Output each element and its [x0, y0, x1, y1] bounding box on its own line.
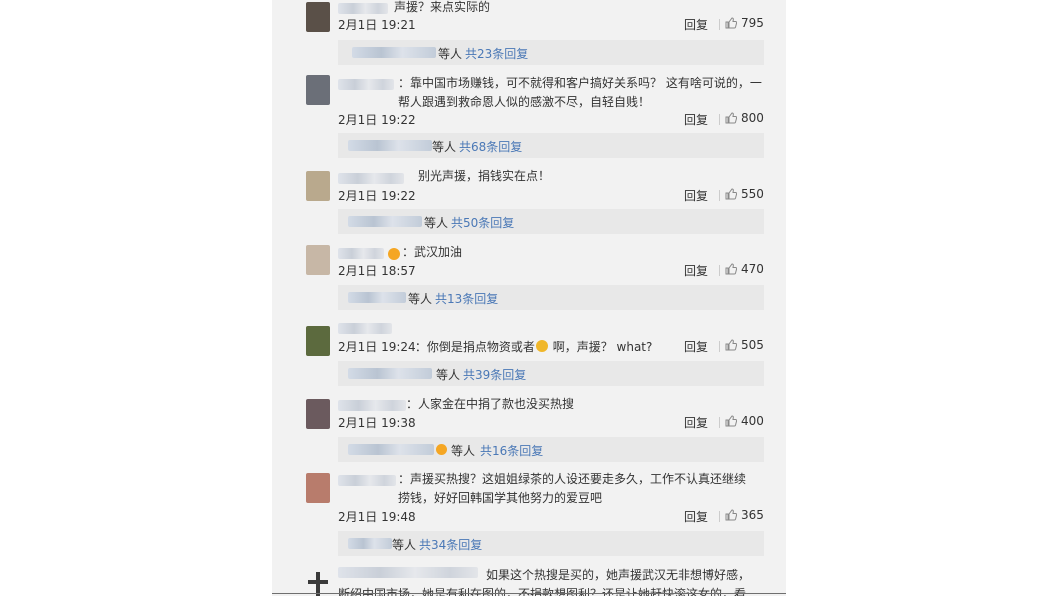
divider	[719, 341, 720, 352]
reply-users-blurred	[348, 216, 422, 227]
username-blurred[interactable]	[338, 323, 392, 334]
like-count: 550	[741, 187, 764, 201]
reply-users-suffix: 等人	[438, 47, 463, 61]
reply-button[interactable]: 回复	[684, 414, 708, 431]
like-count: 505	[741, 338, 764, 352]
reply-users-blurred	[348, 140, 432, 151]
like-button[interactable]: 550	[725, 187, 764, 201]
avatar[interactable]	[306, 473, 330, 503]
reply-users-blurred	[348, 538, 392, 549]
reply-count-link[interactable]: 共23条回复	[465, 45, 528, 62]
username-blurred[interactable]	[338, 3, 388, 14]
reply-users-suffix: 等人	[451, 444, 476, 458]
comment-date: 2月1日 19:21	[338, 18, 416, 32]
divider	[719, 190, 720, 201]
money-bag-icon	[535, 340, 548, 352]
like-count: 400	[741, 414, 764, 428]
comment-date: 2月1日 19:24	[338, 340, 416, 354]
replies-summary[interactable]: 等人 共68条回复	[338, 133, 764, 158]
divider	[719, 19, 720, 30]
reply-users-suffix: 等人	[392, 538, 417, 552]
username-blurred[interactable]	[338, 400, 406, 411]
thumbs-up-icon	[725, 188, 737, 200]
reply-count-link[interactable]: 共34条回复	[419, 536, 482, 553]
comment-date: 2月1日 19:48	[338, 510, 416, 524]
reply-users-blurred	[348, 444, 434, 455]
thumbs-up-icon	[725, 339, 737, 351]
reply-users-blurred	[352, 47, 436, 58]
replies-summary[interactable]: 等人 共34条回复	[338, 531, 764, 556]
reply-button[interactable]: 回复	[684, 338, 708, 355]
reply-count-link[interactable]: 共16条回复	[480, 442, 543, 459]
username-blurred[interactable]	[338, 79, 394, 90]
reply-users-suffix: 等人	[408, 292, 433, 306]
reply-users-blurred	[348, 368, 432, 379]
badge-icon	[388, 248, 400, 260]
comment-text: ：靠中国市场赚钱，可不就得和客户搞好关系吗？ 这有啥可说的，一 帮人跟遇到救命恩…	[398, 76, 762, 109]
comment-list: 声援？来点实际的 2月1日 19:21 回复 795 等人 共23条回复 ：靠中…	[272, 0, 786, 596]
username-blurred[interactable]	[338, 173, 404, 184]
avatar[interactable]	[306, 245, 330, 275]
thumbs-up-icon	[725, 112, 737, 124]
divider	[719, 417, 720, 428]
divider	[719, 265, 720, 276]
comment-text: ：武汉加油	[402, 245, 463, 259]
username-blurred[interactable]	[338, 475, 396, 486]
comment-text: 如果这个热搜是买的，她声援武汉无非想博好感， 断绍中国市场，她是有利在图的，不捐…	[338, 568, 751, 596]
comment-date: 2月1日 19:38	[338, 416, 416, 430]
like-button[interactable]: 800	[725, 111, 764, 125]
reply-button[interactable]: 回复	[684, 111, 708, 128]
avatar[interactable]	[306, 326, 330, 356]
like-button[interactable]: 505	[725, 338, 764, 352]
like-count: 470	[741, 262, 764, 276]
avatar[interactable]	[306, 75, 330, 105]
replies-summary[interactable]: 等人 共39条回复	[338, 361, 764, 386]
divider	[272, 593, 786, 594]
replies-summary[interactable]: 等人 共13条回复	[338, 285, 764, 310]
thumbs-up-icon	[725, 509, 737, 521]
like-count: 365	[741, 508, 764, 522]
reply-button[interactable]: 回复	[684, 16, 708, 33]
avatar[interactable]	[306, 171, 330, 201]
comment-text-part: ：你倒是捐点物资或者	[414, 340, 535, 354]
reply-button[interactable]: 回复	[684, 508, 708, 525]
like-count: 795	[741, 16, 764, 30]
reply-users-suffix: 等人	[436, 368, 461, 382]
thumbs-up-icon	[725, 415, 737, 427]
comment-date: 2月1日 18:57	[338, 264, 416, 278]
like-count: 800	[741, 111, 764, 125]
divider	[719, 114, 720, 125]
replies-summary[interactable]: 等人 共50条回复	[338, 209, 764, 234]
replies-summary[interactable]: 等人 共16条回复	[338, 437, 764, 462]
like-button[interactable]: 795	[725, 16, 764, 30]
like-button[interactable]: 365	[725, 508, 764, 522]
thumbs-up-icon	[725, 17, 737, 29]
like-button[interactable]: 470	[725, 262, 764, 276]
divider	[719, 511, 720, 522]
comment-text-part: 啊，声援？ what?	[548, 340, 653, 354]
reply-count-link[interactable]: 共39条回复	[463, 366, 526, 383]
avatar[interactable]	[306, 2, 330, 32]
like-button[interactable]: 400	[725, 414, 764, 428]
comment-date: 2月1日 19:22	[338, 189, 416, 203]
comment-text: ：声援买热搜？这姐姐绿茶的人设还要走多久，工作不认真还继续 捞钱，好好回韩国学其…	[398, 472, 747, 505]
username-blurred[interactable]	[338, 248, 384, 259]
reply-users-blurred	[348, 292, 406, 303]
avatar[interactable]	[306, 399, 330, 429]
comment-text: ：人家金在中捐了款也没买热搜	[406, 397, 575, 411]
reply-users-suffix: 等人	[424, 216, 449, 230]
reply-count-link[interactable]: 共13条回复	[435, 290, 498, 307]
thumbs-up-icon	[725, 263, 737, 275]
reply-button[interactable]: 回复	[684, 187, 708, 204]
comment-text: 别光声援，捐钱实在点！	[418, 169, 551, 183]
reply-users-suffix: 等人	[432, 140, 457, 154]
badge-icon	[436, 444, 447, 455]
reply-count-link[interactable]: 共68条回复	[459, 138, 522, 155]
comment-text: 声援？来点实际的	[394, 0, 491, 14]
comment-date: 2月1日 19:22	[338, 113, 416, 127]
reply-button[interactable]: 回复	[684, 262, 708, 279]
replies-summary[interactable]: 等人 共23条回复	[338, 40, 764, 65]
reply-count-link[interactable]: 共50条回复	[451, 214, 514, 231]
